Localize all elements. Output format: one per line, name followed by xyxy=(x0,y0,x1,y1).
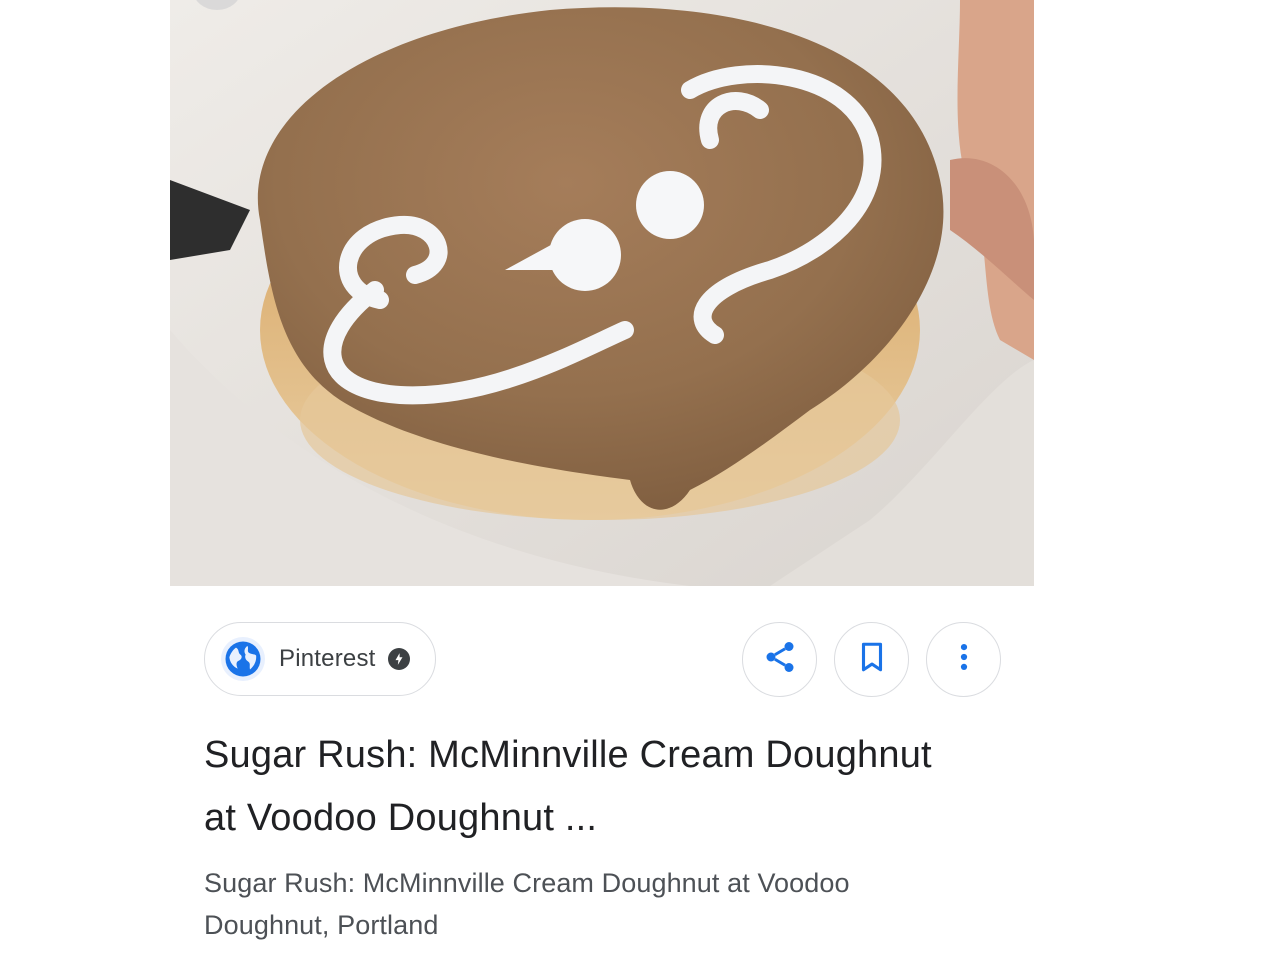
bookmark-icon xyxy=(855,640,889,679)
more-vert-icon xyxy=(947,640,981,679)
image-result-panel: Pinterest Sugar Rush: McMinnville Cream … xyxy=(0,0,1274,956)
amp-lightning-icon xyxy=(387,648,410,670)
result-title[interactable]: Sugar Rush: McMinnville Cream Doughnut a… xyxy=(204,724,964,850)
globe-icon xyxy=(221,637,265,681)
source-chip[interactable]: Pinterest xyxy=(204,622,436,696)
share-button[interactable] xyxy=(742,622,817,697)
source-name: Pinterest xyxy=(279,645,376,672)
more-options-button[interactable] xyxy=(926,622,1001,697)
result-image[interactable] xyxy=(170,0,1034,586)
save-button[interactable] xyxy=(834,622,909,697)
result-description: Sugar Rush: McMinnville Cream Doughnut a… xyxy=(204,868,850,940)
share-icon xyxy=(762,639,798,680)
